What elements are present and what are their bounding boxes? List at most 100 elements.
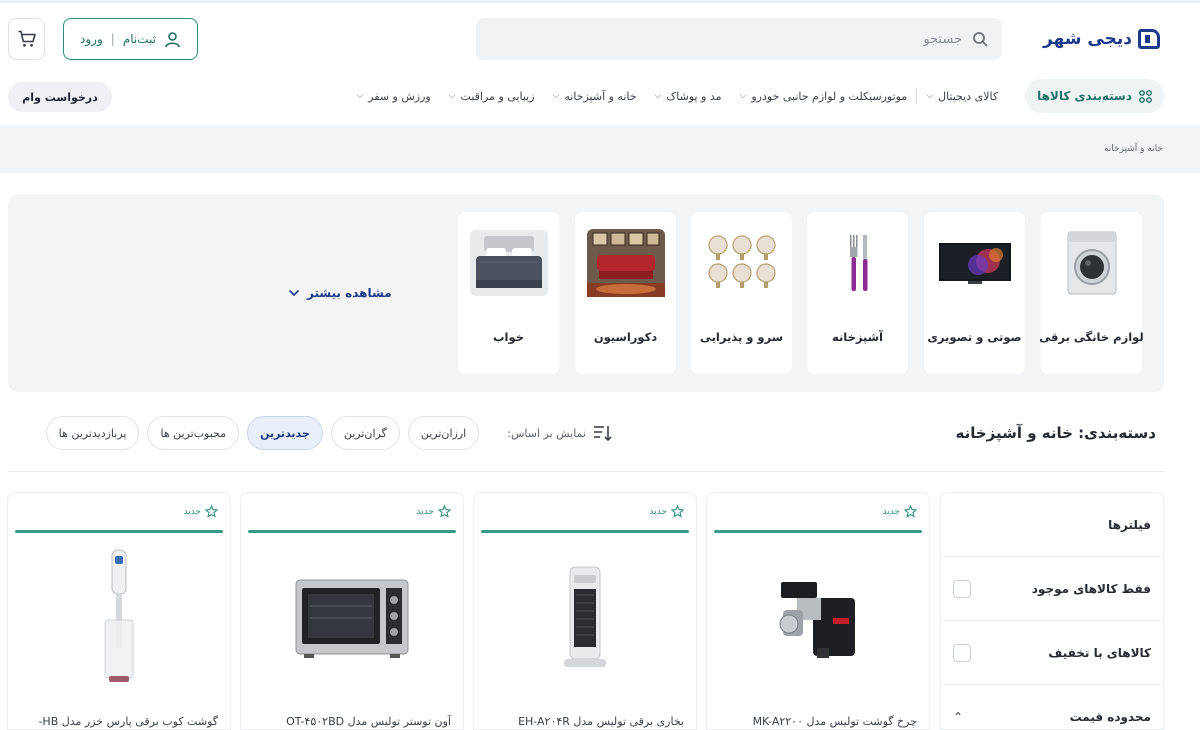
chevron-down-icon: ⌵ <box>552 91 560 101</box>
nav-item-label: کالای دیجیتال <box>938 89 999 103</box>
product-card[interactable]: جدید گوشت کوب برقی پارس خزر مدل HB- <box>7 492 231 730</box>
login-separator: | <box>110 32 115 46</box>
nav-item-beauty[interactable]: زیبایی و مراقبت ⌵ <box>440 79 544 113</box>
electric-heater-image <box>474 543 696 693</box>
product-name[interactable]: چرخ گوشت توليس مدل MK-A۲۲۰۰ <box>753 715 917 728</box>
logo-mark-icon <box>1138 29 1160 49</box>
header: دیجی شهر ثبت‌نام | ورود دسته‌بندی کالاها… <box>0 0 1200 125</box>
hand-blender-image <box>8 543 230 693</box>
discounted-checkbox[interactable] <box>953 643 971 662</box>
glassware-icon <box>702 230 782 296</box>
user-icon <box>165 31 180 47</box>
listing-title: دسته‌بندی: خانه و آشپزخانه <box>955 424 1156 442</box>
meat-grinder-image <box>707 543 929 693</box>
new-badge-label: جدید <box>416 506 434 517</box>
product-card[interactable]: جدید آون توستر توليس مدل OT-۴۵۰۲BD <box>240 492 464 730</box>
chevron-down-icon: ⌵ <box>739 91 747 101</box>
category-card-decoration[interactable]: دکوراسیون <box>575 212 676 374</box>
only-available-checkbox[interactable] <box>953 579 971 598</box>
category-label: دکوراسیون <box>593 330 658 344</box>
grid-icon <box>1139 89 1152 103</box>
cart-icon <box>18 30 36 47</box>
search-icon <box>973 32 988 47</box>
nav-item-fashion[interactable]: مد و پوشاک ⌵ <box>646 79 731 113</box>
search-box[interactable] <box>476 18 1002 60</box>
washing-machine-icon <box>1052 230 1132 296</box>
category-label: لوازم خانگی برقی <box>1039 330 1144 344</box>
nav-divider <box>916 88 918 104</box>
product-card[interactable]: جدید چرخ گوشت توليس مدل MK-A۲۲۰۰ <box>706 492 930 730</box>
sort-option-most-viewed[interactable]: پربازدیدترین ها <box>45 416 140 450</box>
chevron-down-icon: ⌵ <box>356 91 364 101</box>
card-accent-line <box>714 530 922 533</box>
category-card-kitchen[interactable]: آشپزخانه <box>807 212 908 374</box>
nav-item-label: مد و پوشاک <box>666 89 722 103</box>
chevron-down-icon <box>289 290 299 297</box>
star-icon <box>438 505 451 518</box>
nav-item-digital[interactable]: کالای دیجیتال ⌵ <box>917 79 1007 113</box>
sort-option-most-popular[interactable]: محبوب‌ترین ها <box>147 416 240 450</box>
nav-item-label: ورزش و سفر <box>368 89 431 103</box>
cart-button[interactable] <box>8 18 45 60</box>
categories-menu-label: دسته‌بندی کالاها <box>1037 89 1132 103</box>
category-label: آشپزخانه <box>832 330 883 344</box>
nav-item-motorcycle[interactable]: موتورسیکلت و لوازم جانبی خودرو ⌵ <box>731 79 917 113</box>
nav-item-label: خانه و آشپزخانه <box>564 89 637 103</box>
chevron-down-icon: ⌵ <box>926 91 934 101</box>
new-badge-label: جدید <box>649 506 667 517</box>
filter-price-range[interactable]: محدوده قیمت ⌃ <box>941 685 1163 730</box>
nav-item-sport-travel[interactable]: ورزش و سفر ⌵ <box>347 79 439 113</box>
filters-title: فیلترها <box>1108 517 1151 532</box>
filter-only-available[interactable]: فقط کالاهای موجود <box>941 557 1163 621</box>
card-accent-line <box>481 530 689 533</box>
category-card-serving[interactable]: سرو و پذیرایی <box>691 212 792 374</box>
chevron-down-icon: ⌵ <box>448 91 456 101</box>
new-badge-label: جدید <box>882 506 900 517</box>
fork-knife-icon <box>818 230 898 296</box>
signup-label: ثبت‌نام <box>122 32 156 46</box>
filters-sidebar: فیلترها فقط کالاهای موجود کالاهای با تخف… <box>940 492 1164 730</box>
see-more-link[interactable]: مشاهده بیشتر <box>288 286 392 300</box>
star-icon <box>904 505 917 518</box>
main-nav: دسته‌بندی کالاها کالای دیجیتال ⌵ موتورسیک… <box>347 79 1164 113</box>
sort-option-most-expensive[interactable]: گران‌ترین <box>330 416 400 450</box>
filter-label: فقط کالاهای موجود <box>1031 581 1151 596</box>
filter-label: محدوده قیمت <box>1069 710 1151 724</box>
chevron-down-icon: ⌵ <box>654 91 662 101</box>
category-card-audio-video[interactable]: صوتی و تصویری <box>924 212 1025 374</box>
product-name[interactable]: گوشت کوب برقی پارس خزر مدل HB- <box>38 715 218 728</box>
new-badge-label: جدید <box>183 506 201 517</box>
category-card-bedroom[interactable]: خواب <box>458 212 559 374</box>
divider <box>8 471 1164 472</box>
product-name[interactable]: بخاری برقی توليس مدل EH-A۲۰۴R <box>518 715 684 728</box>
card-accent-line <box>15 530 223 533</box>
sort-option-cheapest[interactable]: ارزان‌ترین <box>407 416 480 450</box>
new-badge: جدید <box>416 505 451 518</box>
categories-menu-button[interactable]: دسته‌بندی کالاها <box>1025 79 1164 113</box>
product-card[interactable]: جدید بخاری برقی توليس مدل EH-A۲۰۴R <box>473 492 697 730</box>
chevron-up-icon: ⌃ <box>953 710 964 724</box>
category-label: خواب <box>493 330 524 344</box>
interior-decor-icon <box>586 229 666 297</box>
login-signup-button[interactable]: ثبت‌نام | ورود <box>63 18 198 60</box>
sort-label-text: نمایش بر اساس: <box>507 426 586 440</box>
search-input[interactable] <box>490 31 962 47</box>
product-name[interactable]: آون توستر توليس مدل OT-۴۵۰۲BD <box>286 715 451 728</box>
nav-item-home-kitchen[interactable]: خانه و آشپزخانه ⌵ <box>544 79 646 113</box>
logo-text: دیجی شهر <box>1043 29 1132 49</box>
category-label: سرو و پذیرایی <box>699 330 784 344</box>
category-label: صوتی و تصویری <box>927 330 1022 344</box>
filter-discounted[interactable]: کالاهای با تخفیف <box>941 621 1163 685</box>
loan-request-button[interactable]: درخواست وام <box>8 82 112 112</box>
site-logo[interactable]: دیجی شهر <box>1043 25 1160 53</box>
breadcrumb-bar: خانه و آشپزخانه <box>0 125 1200 173</box>
television-icon <box>935 230 1015 296</box>
sort-option-newest[interactable]: جدیدترین <box>247 416 323 450</box>
filter-label: کالاهای با تخفیف <box>1048 645 1151 660</box>
card-accent-line <box>248 530 456 533</box>
category-card-home-appliances[interactable]: لوازم خانگی برقی <box>1039 212 1144 374</box>
breadcrumb[interactable]: خانه و آشپزخانه <box>1104 144 1163 154</box>
new-badge: جدید <box>649 505 684 518</box>
new-badge: جدید <box>882 505 917 518</box>
nav-item-label: موتورسیکلت و لوازم جانبی خودرو <box>751 89 908 103</box>
